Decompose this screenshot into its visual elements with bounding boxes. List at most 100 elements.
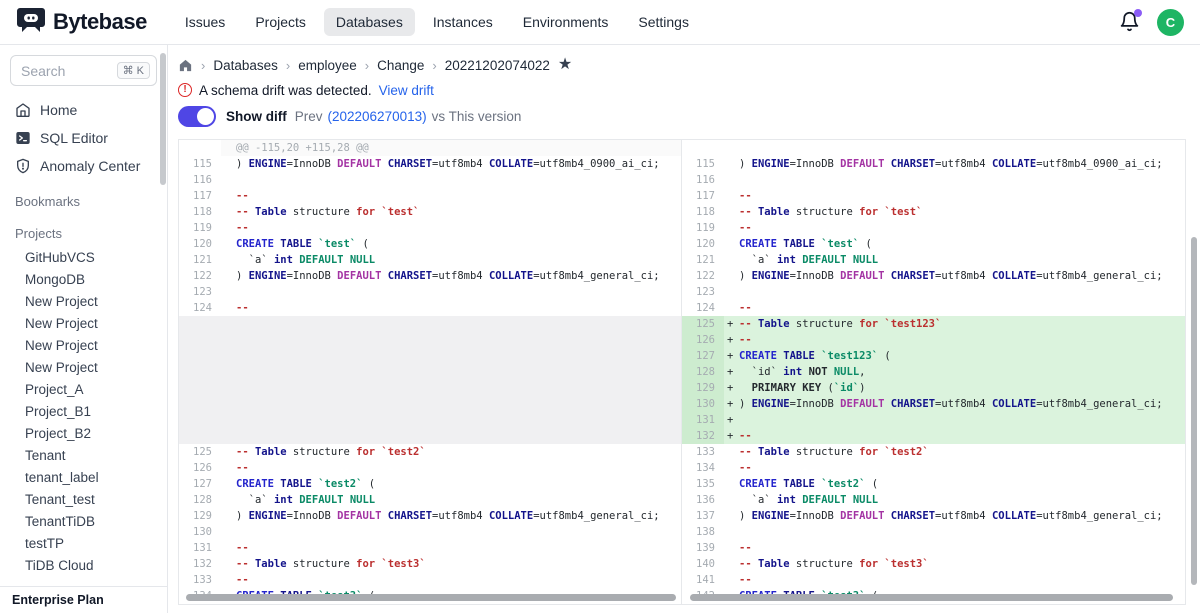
diff-row: 119-- xyxy=(682,220,1185,236)
code-line: -- xyxy=(236,460,681,476)
diff-row: 137) ENGINE=InnoDB DEFAULT CHARSET=utf8m… xyxy=(682,508,1185,524)
view-drift-link[interactable]: View drift xyxy=(379,83,434,98)
main-vscrollbar[interactable] xyxy=(1191,237,1197,585)
diff-row xyxy=(179,316,681,332)
diff-row: 122) ENGINE=InnoDB DEFAULT CHARSET=utf8m… xyxy=(682,268,1185,284)
code-line: -- xyxy=(236,572,681,588)
code-line: CREATE TABLE `test123` ( xyxy=(739,348,1185,364)
sidebar-item-project[interactable]: MongoDB xyxy=(0,268,167,290)
code-line: -- xyxy=(739,300,1185,316)
sidebar-item-project[interactable]: Project_A xyxy=(0,378,167,400)
line-number: 126 xyxy=(179,460,221,476)
sidebar-scrollbar[interactable] xyxy=(160,53,166,185)
diff-marker xyxy=(221,332,236,348)
schema-drift-alert: ! A schema drift was detected. View drif… xyxy=(178,81,1200,99)
breadcrumb-change[interactable]: Change xyxy=(377,58,424,73)
diff-row: 138 xyxy=(682,524,1185,540)
code-line: -- Table structure for `test` xyxy=(739,204,1185,220)
project-list: GitHubVCSMongoDBNew ProjectNew ProjectNe… xyxy=(0,246,167,576)
nav-item-environments[interactable]: Environments xyxy=(511,8,621,36)
diff-row: 132-- Table structure for `test3` xyxy=(179,556,681,572)
sidebar-item-project[interactable]: TenantTiDB xyxy=(0,510,167,532)
diff-marker xyxy=(221,572,236,588)
nav-item-projects[interactable]: Projects xyxy=(243,8,318,36)
sidebar-item-project[interactable]: New Project xyxy=(0,312,167,334)
code-line xyxy=(236,524,681,540)
code-line: @@ -115,20 +115,28 @@ xyxy=(236,140,681,156)
diff-row: 133-- xyxy=(179,572,681,588)
diff-row: 136 `a` int DEFAULT NULL xyxy=(682,492,1185,508)
brand[interactable]: Bytebase xyxy=(16,5,147,40)
diff-row: 119-- xyxy=(179,220,681,236)
diff-row: 130+) ENGINE=InnoDB DEFAULT CHARSET=utf8… xyxy=(682,396,1185,412)
code-line: -- Table structure for `test3` xyxy=(739,556,1185,572)
notifications-button[interactable] xyxy=(1119,11,1141,33)
sidebar-item-project[interactable]: New Project xyxy=(0,356,167,378)
code-line xyxy=(739,140,1185,156)
diff-marker xyxy=(221,428,236,444)
diff-row: 118-- Table structure for `test` xyxy=(179,204,681,220)
line-number: 130 xyxy=(179,524,221,540)
diff-row: 123 xyxy=(682,284,1185,300)
diff-marker: + xyxy=(724,364,739,380)
diff-row: 118-- Table structure for `test` xyxy=(682,204,1185,220)
right-pane-hscrollbar[interactable] xyxy=(690,594,1173,601)
search-input[interactable]: Search ⌘ K xyxy=(10,55,157,86)
diff-row: 126 -- xyxy=(179,460,681,476)
sidebar-item-project[interactable]: tenant_label xyxy=(0,466,167,488)
code-line xyxy=(236,332,681,348)
left-pane-hscrollbar[interactable] xyxy=(186,594,676,601)
line-number: 127 xyxy=(682,348,724,364)
sidebar-item-project[interactable]: Project_B2 xyxy=(0,422,167,444)
line-number: 117 xyxy=(682,188,724,204)
sidebar-item-project[interactable]: New Project xyxy=(0,334,167,356)
code-line: ) ENGINE=InnoDB DEFAULT CHARSET=utf8mb4 … xyxy=(739,508,1185,524)
code-line: PRIMARY KEY (`id`) xyxy=(739,380,1185,396)
breadcrumb-databases[interactable]: Databases xyxy=(213,58,278,73)
line-number xyxy=(179,348,221,364)
sidebar-item-project[interactable]: New Project xyxy=(0,290,167,312)
sidebar-item-project[interactable]: GitHubVCS xyxy=(0,246,167,268)
diff-row xyxy=(179,364,681,380)
sidebar-item-project[interactable]: Project_B1 xyxy=(0,400,167,422)
diff-row: 132+-- xyxy=(682,428,1185,444)
sidebar-item-project[interactable]: TiDB Cloud xyxy=(0,554,167,576)
nav-item-issues[interactable]: Issues xyxy=(173,8,237,36)
nav-item-instances[interactable]: Instances xyxy=(421,8,505,36)
prev-version-link[interactable]: (202206270013) xyxy=(328,109,427,124)
sidebar-item-anomaly-center[interactable]: Anomaly Center xyxy=(0,152,167,180)
diff-marker xyxy=(221,156,236,172)
line-number: 115 xyxy=(179,156,221,172)
diff-row: 116 xyxy=(179,172,681,188)
sidebar-section-projects[interactable]: Projects xyxy=(0,222,167,244)
sidebar-item-home[interactable]: Home xyxy=(0,96,167,124)
diff-marker xyxy=(724,460,739,476)
diff-row xyxy=(179,412,681,428)
bookmark-star-icon[interactable]: ★ xyxy=(558,57,572,73)
home-icon[interactable] xyxy=(178,58,193,73)
brand-name: Bytebase xyxy=(53,9,147,35)
show-diff-toggle[interactable] xyxy=(178,106,216,127)
line-number: 123 xyxy=(682,284,724,300)
line-number: 134 xyxy=(682,460,724,476)
diff-marker xyxy=(221,396,236,412)
breadcrumb-employee[interactable]: employee xyxy=(298,58,357,73)
sidebar-item-project[interactable]: testTP xyxy=(0,532,167,554)
code-line xyxy=(236,380,681,396)
line-number: 121 xyxy=(179,252,221,268)
line-number: 117 xyxy=(179,188,221,204)
diff-row: 134-- xyxy=(682,460,1185,476)
breadcrumb-version[interactable]: 20221202074022 xyxy=(445,58,550,73)
sidebar-section-bookmarks[interactable]: Bookmarks xyxy=(0,190,167,212)
sidebar-item-project[interactable]: Tenant_test xyxy=(0,488,167,510)
line-number: 124 xyxy=(179,300,221,316)
diff-marker xyxy=(724,172,739,188)
avatar[interactable]: C xyxy=(1157,9,1184,36)
sidebar-item-project[interactable]: Tenant xyxy=(0,444,167,466)
diff-marker xyxy=(221,476,236,492)
nav-item-databases[interactable]: Databases xyxy=(324,8,415,36)
nav-item-settings[interactable]: Settings xyxy=(626,8,701,36)
diff-row: 116 xyxy=(682,172,1185,188)
sidebar-item-sql-editor[interactable]: SQL Editor xyxy=(0,124,167,152)
line-number: 119 xyxy=(682,220,724,236)
